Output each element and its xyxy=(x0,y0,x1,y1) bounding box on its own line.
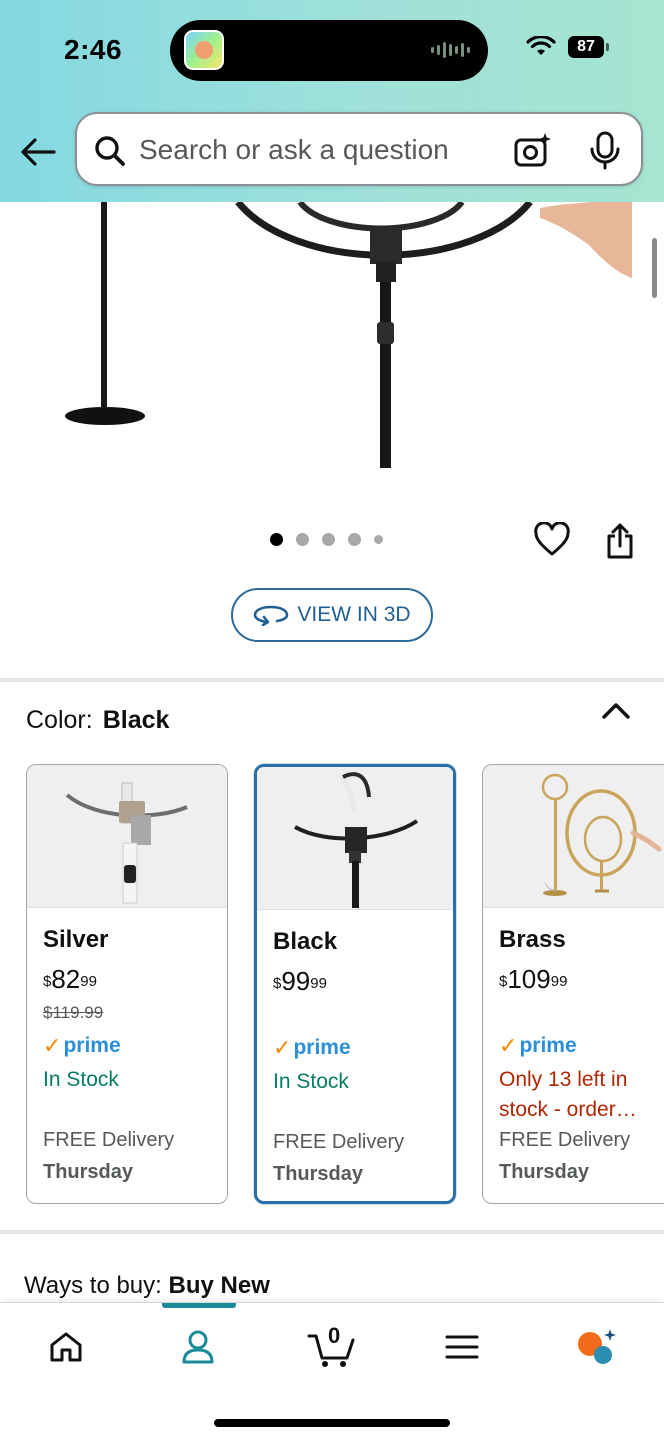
nav-home[interactable] xyxy=(36,1323,96,1371)
menu-icon xyxy=(445,1335,479,1359)
collapse-color-button[interactable] xyxy=(600,700,632,727)
pagination-dot[interactable] xyxy=(322,533,335,546)
stock-status: In Stock xyxy=(273,1070,349,1093)
heart-icon xyxy=(534,521,570,556)
product-image-carousel[interactable] xyxy=(0,202,664,542)
home-icon xyxy=(50,1332,82,1362)
section-divider xyxy=(0,678,664,682)
black-lamp-image xyxy=(294,772,419,909)
nav-menu[interactable] xyxy=(432,1323,492,1371)
color-option-brass[interactable]: Brass $10999 ✓ prime Only 13 left in stoc… xyxy=(482,764,664,1204)
nav-rufus-assistant[interactable] xyxy=(566,1323,626,1371)
variant-thumbnail xyxy=(257,767,453,910)
ways-to-buy-value: Buy New xyxy=(168,1272,270,1299)
delivery-day: Thursday xyxy=(273,1163,364,1185)
pagination-dot[interactable] xyxy=(296,533,309,546)
now-playing-thumbnail xyxy=(184,30,224,70)
voice-search-button[interactable] xyxy=(589,131,621,176)
variant-price: $9999 xyxy=(273,966,327,996)
prime-check-icon: ✓ xyxy=(499,1033,518,1058)
dynamic-island xyxy=(170,20,488,81)
variant-price: $8299 xyxy=(43,964,97,994)
rufus-assistant-icon xyxy=(578,1329,616,1364)
wifi-icon xyxy=(526,36,556,55)
active-tab-indicator xyxy=(162,1303,236,1308)
prime-badge: ✓ prime xyxy=(273,1035,351,1060)
pagination-dot[interactable] xyxy=(348,533,361,546)
prime-check-icon: ✓ xyxy=(273,1035,292,1060)
variant-thumbnail xyxy=(483,765,664,908)
variant-thumbnail xyxy=(27,765,227,908)
profile-icon xyxy=(182,1330,214,1364)
variant-list-price xyxy=(273,1005,453,1027)
search-input[interactable] xyxy=(139,128,479,172)
status-time: 2:46 xyxy=(64,34,123,65)
delivery-label: FREE Delivery xyxy=(43,1129,175,1151)
selected-color-value: Black xyxy=(102,706,170,734)
brass-lamp-image xyxy=(541,773,662,896)
view-in-3d-label: VIEW IN 3D xyxy=(297,603,411,626)
view-in-3d-button[interactable]: VIEW IN 3D xyxy=(231,588,433,642)
bottom-navigation: 0 xyxy=(0,1302,664,1440)
search-bar[interactable] xyxy=(75,112,643,186)
ways-to-buy[interactable]: Ways to buy: Buy New xyxy=(24,1272,270,1300)
search-icon xyxy=(95,136,125,166)
share-icon xyxy=(607,523,633,559)
nav-profile[interactable] xyxy=(168,1323,228,1371)
variant-name: Silver xyxy=(43,926,109,953)
floor-lamp-product-image xyxy=(65,202,632,468)
variant-name: Black xyxy=(273,928,338,955)
pagination-dot[interactable] xyxy=(374,535,383,544)
delivery-label: FREE Delivery xyxy=(499,1129,631,1151)
prime-check-icon: ✓ xyxy=(43,1033,62,1058)
pagination-dot-active[interactable] xyxy=(270,533,283,546)
variant-list-price: $119.99 xyxy=(43,1003,104,1022)
color-option-black[interactable]: Black $9999 ✓ prime In Stock FREE Deliver… xyxy=(254,764,456,1204)
cart-count: 0 xyxy=(328,1323,341,1348)
silver-lamp-image xyxy=(65,782,188,904)
delivery-day: Thursday xyxy=(499,1161,590,1183)
camera-sparkle-icon xyxy=(514,133,551,167)
color-label: Color: xyxy=(26,706,93,734)
home-indicator[interactable] xyxy=(214,1419,450,1427)
color-selector-header: Color: Black xyxy=(26,706,169,735)
status-icons: 87 xyxy=(526,36,609,58)
nav-cart[interactable]: 0 xyxy=(300,1323,364,1371)
prime-badge: ✓ prime xyxy=(499,1033,577,1058)
image-pagination-dots[interactable] xyxy=(270,533,383,546)
prime-badge: ✓ prime xyxy=(43,1033,121,1058)
ways-to-buy-label: Ways to buy: xyxy=(24,1272,162,1299)
battery-indicator: 87 xyxy=(568,36,609,58)
stock-status: Only 13 left in stock - order… xyxy=(499,1068,637,1121)
rotate-3d-icon xyxy=(254,605,289,626)
back-button[interactable] xyxy=(18,132,58,172)
chevron-up-icon xyxy=(602,703,630,719)
app-header: 2:46 87 xyxy=(0,0,664,202)
stock-status: In Stock xyxy=(43,1068,119,1091)
delivery-label: FREE Delivery xyxy=(273,1131,405,1153)
add-to-list-button[interactable] xyxy=(534,521,570,563)
delivery-day: Thursday xyxy=(43,1161,134,1183)
variant-list-price xyxy=(499,1003,664,1025)
color-option-silver[interactable]: Silver $8299 $119.99 ✓ prime In Stock FRE… xyxy=(26,764,228,1204)
audio-waveform-icon xyxy=(431,42,470,58)
scroll-indicator[interactable] xyxy=(652,238,657,298)
variant-price: $10999 xyxy=(499,964,568,994)
share-button[interactable] xyxy=(604,522,636,565)
back-arrow-icon xyxy=(21,138,56,166)
variant-name: Brass xyxy=(499,926,566,953)
microphone-icon xyxy=(590,131,620,170)
section-divider xyxy=(0,1230,664,1234)
camera-search-button[interactable] xyxy=(513,131,553,176)
